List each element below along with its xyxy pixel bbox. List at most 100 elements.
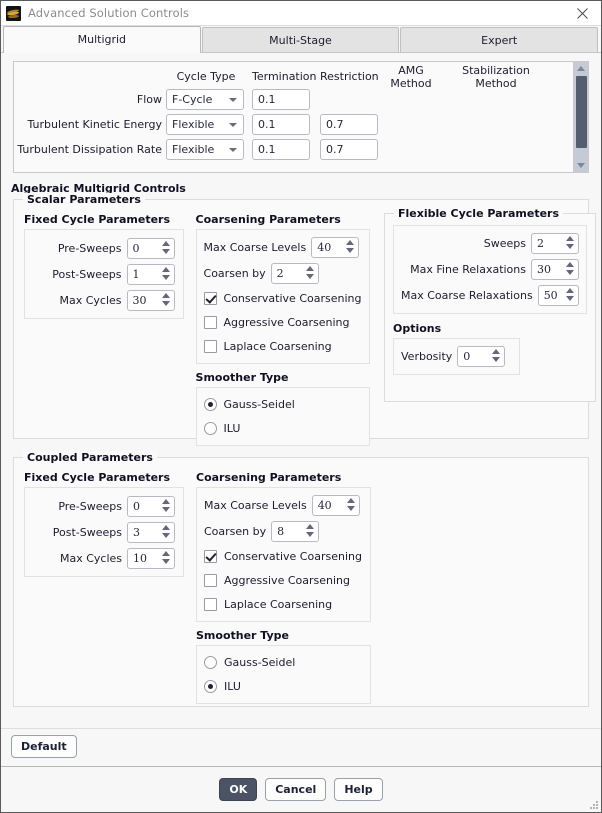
stepper-up-icon[interactable] (306, 524, 314, 529)
stepper-down-icon[interactable] (306, 532, 314, 537)
multigrid-tab-panel: Cycle Type Termination Restriction AMG M… (1, 53, 601, 728)
stepper-down-icon[interactable] (162, 533, 170, 538)
column-header-amg-method: AMG Method (376, 64, 442, 90)
stepper-up-icon[interactable] (492, 349, 500, 354)
stepper-down-icon[interactable] (492, 357, 500, 362)
flexible-max-coarse-relaxations-stepper[interactable]: 50 (538, 285, 579, 306)
scalar-max-coarse-levels-stepper[interactable]: 40 (311, 237, 359, 258)
coupled-max-coarse-levels-label: Max Coarse Levels (204, 499, 307, 512)
stepper-down-icon[interactable] (162, 559, 170, 564)
coupled-conservative-coarsening-checkbox[interactable]: Conservative Coarsening (204, 544, 363, 568)
equations-table-scrollbar[interactable] (573, 62, 588, 172)
scalar-parameters-legend: Scalar Parameters (23, 193, 145, 206)
scroll-up-icon[interactable] (574, 62, 589, 75)
stepper-up-icon[interactable] (566, 236, 574, 241)
stepper-up-icon[interactable] (566, 288, 574, 293)
tab-expert[interactable]: Expert (400, 27, 598, 52)
flexible-max-fine-relaxations-value: 30 (537, 263, 551, 276)
scalar-max-cycles-stepper[interactable]: 30 (127, 290, 175, 311)
cycle-type-value-tdr: Flexible (172, 143, 214, 156)
restriction-input-turbulent-dissipation-rate[interactable]: 0.7 (320, 139, 378, 160)
coupled-aggressive-coarsening-checkbox[interactable]: Aggressive Coarsening (204, 568, 363, 592)
stepper-down-icon[interactable] (306, 274, 314, 279)
stepper-up-icon[interactable] (566, 262, 574, 267)
stepper-up-icon[interactable] (162, 499, 170, 504)
scalar-coarsen-by-stepper[interactable]: 2 (271, 263, 319, 284)
coupled-post-sweeps-row: Post-Sweeps 3 (33, 519, 175, 545)
stepper-down-icon[interactable] (162, 249, 170, 254)
tab-multi-stage-label: Multi-Stage (269, 34, 332, 47)
flexible-sweeps-stepper[interactable]: 2 (531, 233, 579, 254)
flexible-max-fine-relaxations-label: Max Fine Relaxations (410, 263, 526, 276)
stepper-down-icon[interactable] (566, 244, 574, 249)
termination-input-turbulent-kinetic-energy[interactable]: 0.1 (252, 114, 310, 135)
column-header-termination: Termination (246, 70, 314, 83)
scalar-post-sweeps-stepper[interactable]: 1 (127, 264, 175, 285)
help-button[interactable]: Help (334, 778, 382, 801)
coupled-smoother-gauss-seidel-radio[interactable]: Gauss-Seidel (204, 650, 363, 674)
help-button-label: Help (344, 783, 372, 796)
restriction-input-turbulent-kinetic-energy[interactable]: 0.7 (320, 114, 378, 135)
termination-input-flow[interactable]: 0.1 (252, 89, 310, 110)
scalar-coarsening-legend: Coarsening Parameters (196, 213, 370, 226)
scalar-pre-sweeps-stepper[interactable]: 0 (127, 238, 175, 259)
coupled-smoother-ilu-radio[interactable]: ILU (204, 674, 363, 698)
coupled-pre-sweeps-stepper[interactable]: 0 (127, 496, 175, 517)
coupled-pre-sweeps-label: Pre-Sweeps (58, 500, 122, 513)
scroll-down-icon[interactable] (574, 159, 589, 172)
stepper-down-icon[interactable] (347, 506, 355, 511)
stepper-up-icon[interactable] (346, 240, 354, 245)
termination-input-turbulent-dissipation-rate[interactable]: 0.1 (252, 139, 310, 160)
verbosity-stepper[interactable]: 0 (457, 346, 505, 367)
scalar-conservative-coarsening-checkbox[interactable]: Conservative Coarsening (204, 286, 362, 310)
resize-grip[interactable] (589, 800, 599, 810)
tab-multigrid[interactable]: Multigrid (3, 26, 201, 52)
scalar-post-sweeps-row: Post-Sweeps 1 (33, 261, 175, 287)
stepper-down-icon[interactable] (566, 270, 574, 275)
stepper-up-icon[interactable] (162, 241, 170, 246)
cycle-type-select-flow[interactable]: F-Cycle (166, 89, 244, 110)
scalar-pre-sweeps-value: 0 (133, 242, 140, 255)
flexible-max-fine-relaxations-row: Max Fine Relaxations 30 (401, 256, 579, 282)
stepper-down-icon[interactable] (162, 275, 170, 280)
coupled-coarsen-by-stepper[interactable]: 8 (271, 521, 319, 542)
scalar-smoother-ilu-radio[interactable]: ILU (204, 416, 362, 440)
cycle-type-select-turbulent-kinetic-energy[interactable]: Flexible (166, 114, 244, 135)
stepper-up-icon[interactable] (162, 525, 170, 530)
cancel-button-label: Cancel (275, 783, 316, 796)
stepper-up-icon[interactable] (162, 551, 170, 556)
restriction-value-tke: 0.7 (326, 118, 344, 131)
coupled-max-cycles-stepper[interactable]: 10 (127, 548, 175, 569)
default-button[interactable]: Default (11, 735, 77, 758)
cycle-type-select-turbulent-dissipation-rate[interactable]: Flexible (166, 139, 244, 160)
scalar-laplace-coarsening-checkbox[interactable]: Laplace Coarsening (204, 334, 362, 358)
scalar-smoother-gauss-seidel-radio[interactable]: Gauss-Seidel (204, 392, 362, 416)
coupled-parameters-panel: Coupled Parameters Fixed Cycle Parameter… (13, 457, 589, 707)
coupled-max-coarse-levels-value: 40 (318, 499, 332, 512)
scalar-aggressive-coarsening-checkbox[interactable]: Aggressive Coarsening (204, 310, 362, 334)
ok-button[interactable]: OK (219, 778, 257, 801)
stepper-up-icon[interactable] (347, 498, 355, 503)
scalar-smoother-type-box: Gauss-Seidel ILU (196, 387, 370, 446)
stepper-down-icon[interactable] (566, 296, 574, 301)
row-label-turbulent-kinetic-energy: Turbulent Kinetic Energy (14, 118, 166, 131)
stepper-up-icon[interactable] (162, 293, 170, 298)
close-icon[interactable] (567, 2, 597, 25)
column-header-restriction: Restriction (314, 70, 376, 83)
coupled-laplace-coarsening-checkbox[interactable]: Laplace Coarsening (204, 592, 363, 616)
coupled-max-coarse-levels-stepper[interactable]: 40 (312, 495, 360, 516)
termination-value-tdr: 0.1 (258, 143, 276, 156)
column-header-stabilization-method: Stabilization Method (442, 64, 546, 90)
stepper-down-icon[interactable] (346, 248, 354, 253)
stepper-up-icon[interactable] (306, 266, 314, 271)
stepper-down-icon[interactable] (162, 507, 170, 512)
coupled-post-sweeps-stepper[interactable]: 3 (127, 522, 175, 543)
stepper-up-icon[interactable] (162, 267, 170, 272)
cancel-button[interactable]: Cancel (265, 778, 326, 801)
scrollbar-thumb[interactable] (576, 76, 587, 148)
flexible-max-fine-relaxations-stepper[interactable]: 30 (531, 259, 579, 280)
tab-multi-stage[interactable]: Multi-Stage (202, 27, 400, 52)
stepper-down-icon[interactable] (162, 301, 170, 306)
scalar-smoother-type-legend: Smoother Type (196, 371, 370, 384)
flexible-cycle-parameters-legend: Flexible Cycle Parameters (394, 207, 563, 220)
